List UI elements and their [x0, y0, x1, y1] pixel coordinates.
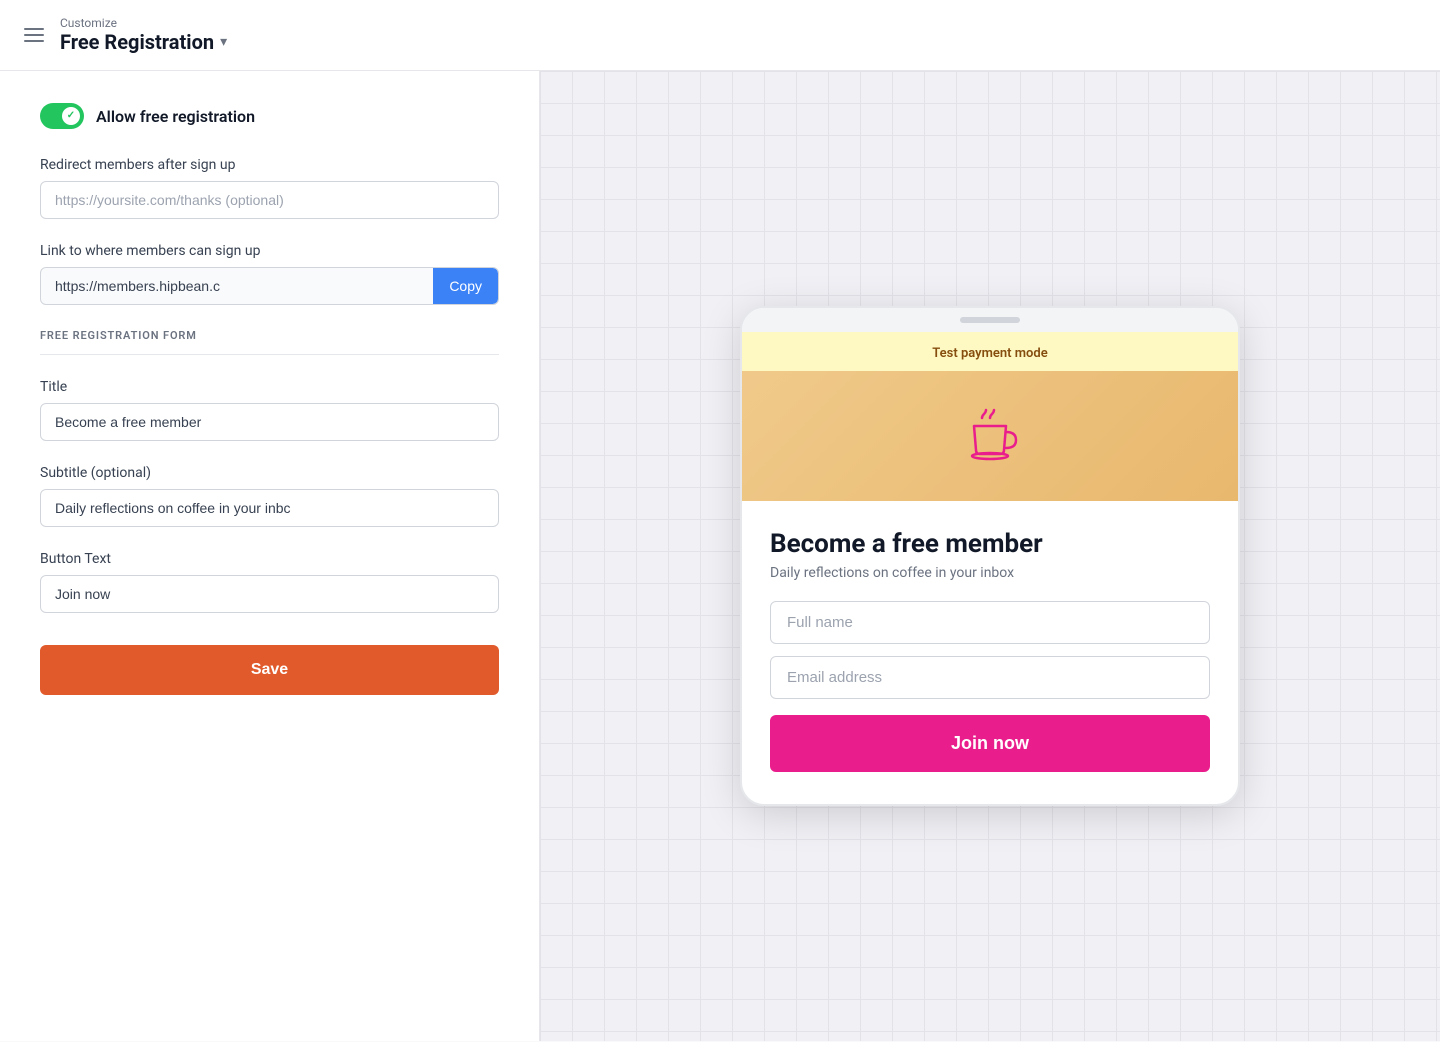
subtitle-input[interactable]	[40, 489, 499, 527]
title-label: Title	[40, 379, 499, 395]
hamburger-menu-icon[interactable]	[24, 28, 44, 42]
title-input[interactable]	[40, 403, 499, 441]
button-text-label: Button Text	[40, 551, 499, 567]
coffee-cup-icon	[960, 406, 1020, 466]
subtitle-label: Subtitle (optional)	[40, 465, 499, 481]
redirect-field-group: Redirect members after sign up	[40, 157, 499, 219]
title-field-group: Title	[40, 379, 499, 441]
left-panel: Allow free registration Redirect members…	[0, 71, 540, 1041]
phone-notch	[960, 317, 1020, 323]
button-text-input[interactable]	[40, 575, 499, 613]
chevron-down-icon[interactable]: ▾	[220, 34, 227, 50]
toggle-label: Allow free registration	[96, 107, 255, 126]
test-payment-banner: Test payment mode	[742, 332, 1238, 371]
right-panel: Test payment mode Become a free	[540, 71, 1440, 1041]
allow-registration-toggle[interactable]	[40, 103, 84, 129]
copy-button[interactable]: Copy	[433, 268, 498, 304]
email-preview-input[interactable]	[770, 656, 1210, 699]
hero-section	[742, 371, 1238, 501]
customize-label: Customize	[60, 16, 227, 30]
page-title: Free Registration	[60, 30, 214, 54]
preview-title: Become a free member	[770, 529, 1210, 559]
header-title-row: Free Registration ▾	[60, 30, 227, 54]
button-text-field-group: Button Text	[40, 551, 499, 613]
link-field-row: Copy	[40, 267, 499, 305]
subtitle-field-group: Subtitle (optional)	[40, 465, 499, 527]
save-button[interactable]: Save	[40, 645, 499, 695]
preview-subtitle: Daily reflections on coffee in your inbo…	[770, 565, 1210, 581]
preview-form-section: Become a free member Daily reflections o…	[742, 501, 1238, 804]
toggle-row: Allow free registration	[40, 103, 499, 129]
redirect-label: Redirect members after sign up	[40, 157, 499, 173]
link-input[interactable]	[41, 268, 433, 304]
full-name-preview-input[interactable]	[770, 601, 1210, 644]
main-layout: Allow free registration Redirect members…	[0, 71, 1440, 1041]
phone-mockup: Test payment mode Become a free	[740, 306, 1240, 806]
phone-notch-bar	[742, 308, 1238, 332]
header-text: Customize Free Registration ▾	[60, 16, 227, 54]
join-now-button[interactable]: Join now	[770, 715, 1210, 772]
test-payment-text: Test payment mode	[932, 346, 1047, 361]
redirect-input[interactable]	[40, 181, 499, 219]
section-header: FREE REGISTRATION FORM	[40, 329, 499, 355]
link-field-group: Link to where members can sign up Copy	[40, 243, 499, 305]
link-label: Link to where members can sign up	[40, 243, 499, 259]
header: Customize Free Registration ▾	[0, 0, 1440, 71]
